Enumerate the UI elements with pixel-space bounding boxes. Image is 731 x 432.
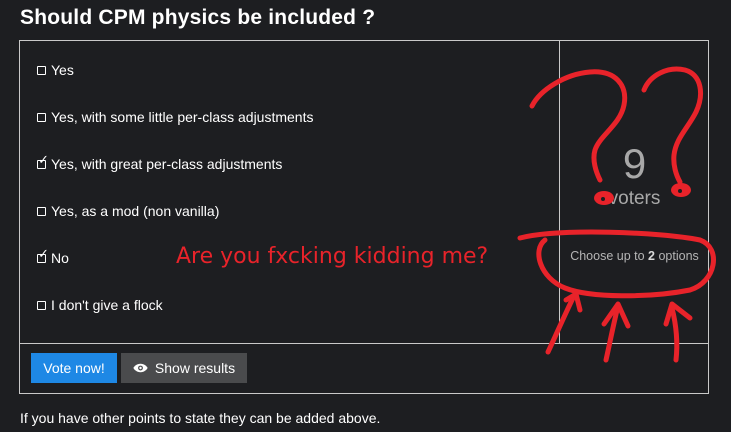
poll-option-little-adjustments[interactable]: Yes, with some little per-class adjustme… xyxy=(37,108,313,126)
show-results-label: Show results xyxy=(154,360,236,376)
poll-actions: Vote now! Show results xyxy=(20,343,708,395)
checked-checkbox-icon[interactable]: ✓ xyxy=(37,153,49,169)
poll-note: If you have other points to state they c… xyxy=(20,410,381,426)
eye-icon xyxy=(133,363,148,373)
poll-option-yes[interactable]: Yes xyxy=(37,61,74,79)
poll-option-dont-care[interactable]: I don't give a flock xyxy=(37,296,163,314)
poll-option-label: I don't give a flock xyxy=(51,297,163,313)
choose-max: 2 xyxy=(648,249,655,263)
checkbox-icon[interactable] xyxy=(37,300,46,310)
poll-options-list: Yes Yes, with some little per-class adju… xyxy=(20,41,560,344)
voters-label: voters xyxy=(608,188,661,209)
checkbox-icon[interactable] xyxy=(37,112,46,122)
poll-results-panel: 9 voters Choose up to 2 options xyxy=(560,41,709,344)
choose-prefix: Choose up to xyxy=(570,249,649,263)
choose-suffix: options xyxy=(655,249,699,263)
poll-title: Should CPM physics be included ? xyxy=(20,6,376,29)
poll-option-label: No xyxy=(51,250,69,266)
poll-option-label: Yes, with great per-class adjustments xyxy=(51,156,283,172)
voter-count: 9 xyxy=(622,140,647,187)
poll-option-label: Yes, with some little per-class adjustme… xyxy=(51,109,314,125)
poll-option-label: Yes, as a mod (non vanilla) xyxy=(51,203,220,219)
checked-checkbox-icon[interactable]: ✓ xyxy=(37,247,49,263)
poll-option-no[interactable]: ✓ No xyxy=(37,247,69,267)
show-results-button[interactable]: Show results xyxy=(121,353,247,383)
choose-limit-text: Choose up to 2 options xyxy=(560,249,709,263)
poll-option-label: Yes xyxy=(51,62,74,78)
vote-now-button[interactable]: Vote now! xyxy=(31,353,117,383)
red-annotation-caption: Are you fxcking kidding me? xyxy=(176,244,489,269)
checkbox-icon[interactable] xyxy=(37,206,46,216)
poll-container: Yes Yes, with some little per-class adju… xyxy=(19,40,709,394)
checkbox-icon[interactable] xyxy=(37,65,46,75)
poll-option-great-adjustments[interactable]: ✓ Yes, with great per-class adjustments xyxy=(37,153,283,173)
poll-option-as-mod[interactable]: Yes, as a mod (non vanilla) xyxy=(37,202,219,220)
